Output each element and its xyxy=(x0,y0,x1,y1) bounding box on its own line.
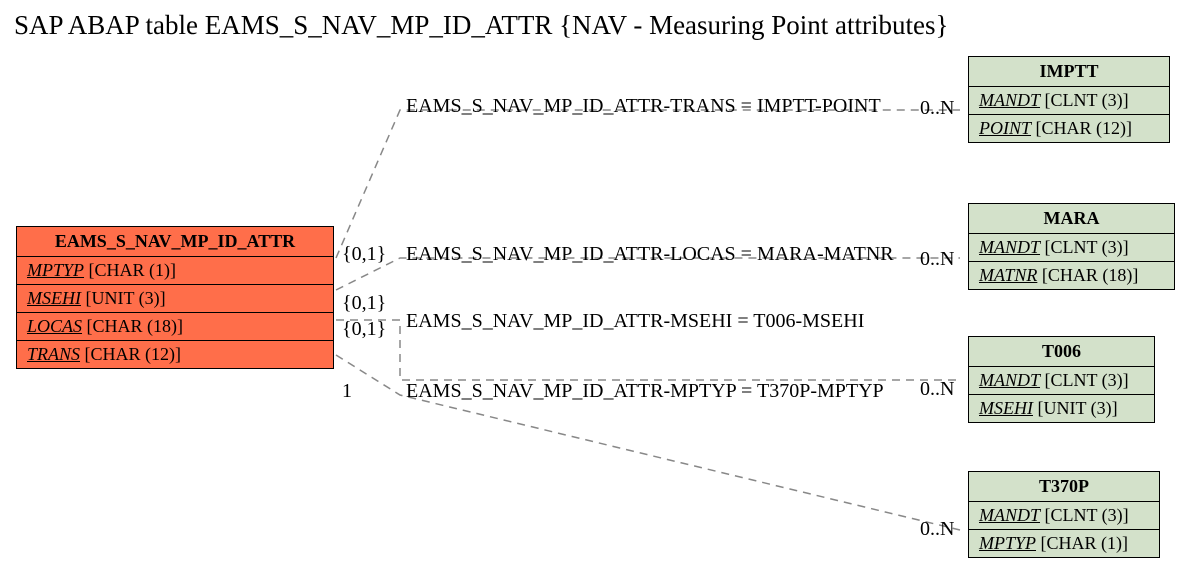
field-name: MATNR xyxy=(979,265,1037,285)
entity-t370p-field: MANDT [CLNT (3)] xyxy=(969,502,1159,530)
entity-t006-field: MANDT [CLNT (3)] xyxy=(969,367,1154,395)
entity-imptt-field: MANDT [CLNT (3)] xyxy=(969,87,1169,115)
field-name: MSEHI xyxy=(979,398,1033,418)
field-name: MSEHI xyxy=(27,288,81,308)
field-type: [CLNT (3)] xyxy=(1045,237,1129,257)
field-name: TRANS xyxy=(27,344,80,364)
cardinality-right: 0..N xyxy=(920,248,954,271)
field-type: [CHAR (1)] xyxy=(89,260,177,280)
entity-imptt-header: IMPTT xyxy=(969,57,1169,87)
relation-label: EAMS_S_NAV_MP_ID_ATTR-MPTYP = T370P-MPTY… xyxy=(406,380,884,403)
entity-mara-field: MATNR [CHAR (18)] xyxy=(969,262,1174,289)
field-name: MPTYP xyxy=(979,533,1036,553)
field-type: [CHAR (18)] xyxy=(1042,265,1139,285)
entity-main-field: TRANS [CHAR (12)] xyxy=(17,341,333,368)
page-title: SAP ABAP table EAMS_S_NAV_MP_ID_ATTR {NA… xyxy=(14,10,949,41)
field-name: MANDT xyxy=(979,370,1040,390)
cardinality-right: 0..N xyxy=(920,378,954,401)
field-name: LOCAS xyxy=(27,316,82,336)
entity-mara-header: MARA xyxy=(969,204,1174,234)
entity-t006-field: MSEHI [UNIT (3)] xyxy=(969,395,1154,422)
field-type: [CLNT (3)] xyxy=(1045,370,1129,390)
entity-main-header: EAMS_S_NAV_MP_ID_ATTR xyxy=(17,227,333,257)
field-type: [CHAR (12)] xyxy=(1036,118,1133,138)
field-name: MANDT xyxy=(979,237,1040,257)
field-type: [CHAR (12)] xyxy=(85,344,182,364)
entity-mara-field: MANDT [CLNT (3)] xyxy=(969,234,1174,262)
cardinality-left: 1 xyxy=(342,380,352,403)
field-type: [UNIT (3)] xyxy=(85,288,165,308)
relation-label: EAMS_S_NAV_MP_ID_ATTR-TRANS = IMPTT-POIN… xyxy=(406,95,881,118)
entity-imptt-field: POINT [CHAR (12)] xyxy=(969,115,1169,142)
field-name: MANDT xyxy=(979,505,1040,525)
entity-t370p: T370P MANDT [CLNT (3)] MPTYP [CHAR (1)] xyxy=(968,471,1160,558)
field-type: [CLNT (3)] xyxy=(1045,90,1129,110)
field-type: [CHAR (1)] xyxy=(1041,533,1129,553)
cardinality-left: {0,1} xyxy=(342,292,386,315)
cardinality-right: 0..N xyxy=(920,97,954,120)
field-name: MPTYP xyxy=(27,260,84,280)
field-name: MANDT xyxy=(979,90,1040,110)
cardinality-left: {0,1} xyxy=(342,318,386,341)
entity-imptt: IMPTT MANDT [CLNT (3)] POINT [CHAR (12)] xyxy=(968,56,1170,143)
field-type: [CHAR (18)] xyxy=(87,316,184,336)
field-name: POINT xyxy=(979,118,1031,138)
relation-label: EAMS_S_NAV_MP_ID_ATTR-LOCAS = MARA-MATNR xyxy=(406,243,894,266)
cardinality-left: {0,1} xyxy=(342,243,386,266)
field-type: [UNIT (3)] xyxy=(1037,398,1117,418)
field-type: [CLNT (3)] xyxy=(1045,505,1129,525)
relation-label: EAMS_S_NAV_MP_ID_ATTR-MSEHI = T006-MSEHI xyxy=(406,310,864,333)
entity-t370p-header: T370P xyxy=(969,472,1159,502)
entity-t006: T006 MANDT [CLNT (3)] MSEHI [UNIT (3)] xyxy=(968,336,1155,423)
entity-t006-header: T006 xyxy=(969,337,1154,367)
entity-mara: MARA MANDT [CLNT (3)] MATNR [CHAR (18)] xyxy=(968,203,1175,290)
entity-main-field: MSEHI [UNIT (3)] xyxy=(17,285,333,313)
entity-t370p-field: MPTYP [CHAR (1)] xyxy=(969,530,1159,557)
entity-main: EAMS_S_NAV_MP_ID_ATTR MPTYP [CHAR (1)] M… xyxy=(16,226,334,369)
cardinality-right: 0..N xyxy=(920,518,954,541)
entity-main-field: MPTYP [CHAR (1)] xyxy=(17,257,333,285)
entity-main-field: LOCAS [CHAR (18)] xyxy=(17,313,333,341)
